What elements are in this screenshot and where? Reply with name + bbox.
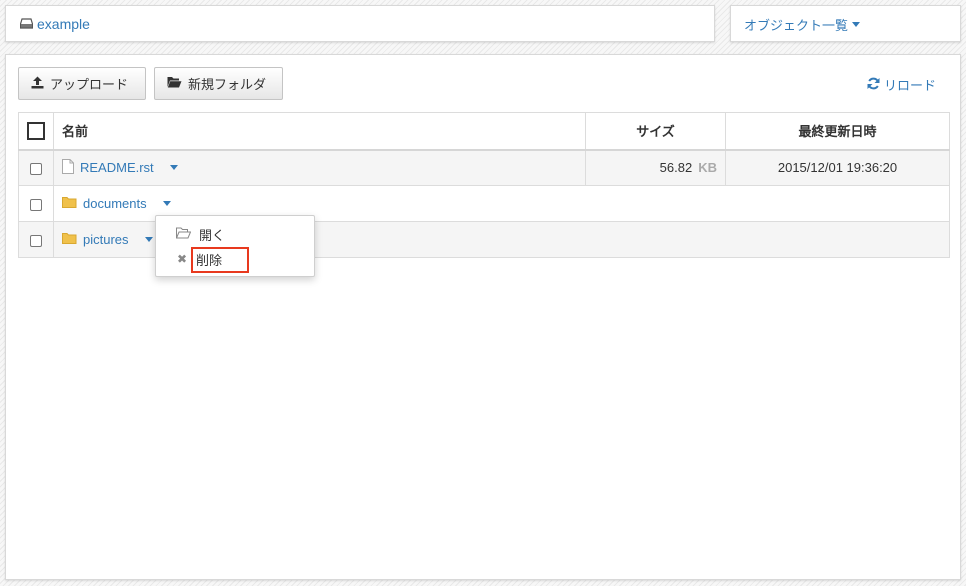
row-check-cell xyxy=(18,221,54,258)
reload-label: リロード xyxy=(883,78,936,93)
size-cell: 56.82 KB xyxy=(585,149,726,186)
hdd-icon xyxy=(19,16,34,32)
object-menu-bar: オブジェクト一覧 xyxy=(730,5,961,42)
object-list-dropdown[interactable]: オブジェクト一覧 xyxy=(744,15,861,34)
menu-item-open[interactable]: 開く xyxy=(156,222,314,246)
folder-name-link[interactable]: documents xyxy=(83,196,147,211)
row-checkbox[interactable] xyxy=(30,234,42,247)
menu-item-open-label: 開く xyxy=(199,227,226,243)
folder-icon xyxy=(62,196,77,211)
folder-open-icon xyxy=(167,76,182,91)
row-checkbox[interactable] xyxy=(30,198,42,211)
select-all-cell xyxy=(18,112,54,151)
folder-icon xyxy=(62,232,77,247)
header-name[interactable]: 名前 xyxy=(53,112,586,151)
name-cell: README.rst xyxy=(53,149,586,186)
upload-icon xyxy=(31,76,44,92)
caret-down-icon xyxy=(852,22,861,27)
header-size[interactable]: サイズ xyxy=(585,112,726,151)
folder-name-link[interactable]: pictures xyxy=(83,232,129,247)
file-name-link[interactable]: README.rst xyxy=(80,160,154,175)
size-value: 56.82 xyxy=(659,160,693,176)
file-icon xyxy=(62,158,74,177)
menu-item-delete-label: 削除 xyxy=(196,252,223,268)
select-all-checkbox[interactable] xyxy=(27,121,45,140)
menu-item-delete[interactable]: ✖ 削除 xyxy=(156,247,314,271)
table-header-row: 名前 サイズ 最終更新日時 xyxy=(18,112,950,151)
upload-button[interactable]: アップロード xyxy=(18,67,146,100)
bucket-bar: example xyxy=(5,5,715,42)
modified-cell: 2015/12/01 19:36:20 xyxy=(725,149,950,186)
bucket-name: example xyxy=(37,16,90,32)
new-folder-label: 新規フォルダ xyxy=(188,77,267,92)
caret-down-icon[interactable] xyxy=(162,201,171,206)
object-list-label: オブジェクト一覧 xyxy=(744,18,849,33)
reload-link[interactable]: リロード xyxy=(867,75,936,94)
table-row: README.rst 56.82 KB 2015/12/01 19:36:20 xyxy=(18,149,950,186)
refresh-icon xyxy=(867,77,880,93)
row-check-cell xyxy=(18,149,54,186)
header-modified[interactable]: 最終更新日時 xyxy=(725,112,950,151)
close-icon: ✖ xyxy=(176,252,188,266)
row-checkbox[interactable] xyxy=(30,162,42,175)
size-unit: KB xyxy=(698,160,717,176)
file-browser-panel: アップロード 新規フォルダ リロード 名前 サイズ 最終更新日時 README.… xyxy=(5,54,961,580)
caret-down-icon[interactable] xyxy=(169,165,178,171)
folder-open-outline-icon xyxy=(175,227,192,242)
new-folder-button[interactable]: 新規フォルダ xyxy=(154,67,283,100)
caret-down-icon[interactable] xyxy=(144,237,153,242)
bucket-link[interactable]: example xyxy=(19,16,90,32)
upload-label: アップロード xyxy=(50,77,129,92)
context-menu: 開く ✖ 削除 xyxy=(155,215,315,277)
row-check-cell xyxy=(18,185,54,222)
